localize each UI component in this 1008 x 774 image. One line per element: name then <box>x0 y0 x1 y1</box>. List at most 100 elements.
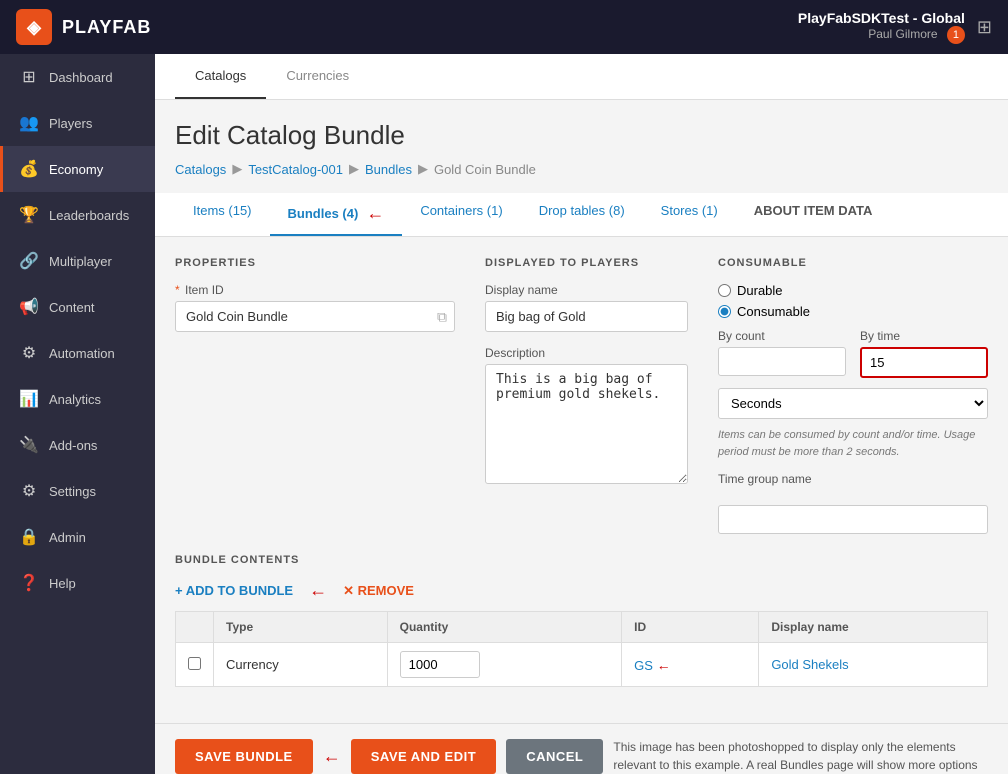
sub-tab-about[interactable]: ABOUT ITEM DATA <box>736 193 891 236</box>
page-content: Edit Catalog Bundle Catalogs ▶ TestCatal… <box>155 100 1008 723</box>
logo-icon: ◈ <box>16 9 52 45</box>
form-grid: PROPERTIES * Item ID ⧉ DISPLAYE <box>175 257 988 534</box>
sidebar-item-addons[interactable]: 🔌 Add-ons <box>0 422 155 468</box>
row-checkbox-cell <box>176 643 214 687</box>
durable-radio[interactable] <box>718 284 731 297</box>
by-time-input[interactable] <box>860 347 988 378</box>
sub-tab-containers[interactable]: Containers (1) <box>402 193 520 236</box>
sidebar-item-content[interactable]: 📢 Content <box>0 284 155 330</box>
display-name-input[interactable] <box>485 301 688 332</box>
sidebar-item-multiplayer[interactable]: 🔗 Multiplayer <box>0 238 155 284</box>
by-count-label: By count <box>718 329 846 343</box>
breadcrumb-catalogs[interactable]: Catalogs <box>175 162 226 177</box>
sidebar-item-players[interactable]: 👥 Players <box>0 100 155 146</box>
sidebar-label-help: Help <box>49 576 76 591</box>
sidebar: ⊞ Dashboard 👥 Players 💰 Economy 🏆 Leader… <box>0 54 155 774</box>
description-field: Description This is a big bag of premium… <box>485 346 688 487</box>
add-arrow: ← <box>309 580 327 601</box>
sidebar-item-dashboard[interactable]: ⊞ Dashboard <box>0 54 155 100</box>
row-id-link[interactable]: GS ← <box>634 658 670 673</box>
item-id-input-wrapper: ⧉ <box>175 301 455 332</box>
by-time-label: By time <box>860 329 988 343</box>
header-right: PlayFabSDKTest - Global Paul Gilmore 1 ⊞ <box>798 10 992 44</box>
row-display-name: Gold Shekels <box>759 643 988 687</box>
dashboard-icon: ⊞ <box>19 67 39 87</box>
sidebar-item-analytics[interactable]: 📊 Analytics <box>0 376 155 422</box>
time-group-label: Time group name <box>718 472 988 486</box>
sidebar-label-settings: Settings <box>49 484 96 499</box>
durability-radio-group: Durable Consumable <box>718 283 988 319</box>
add-to-bundle-link[interactable]: + ADD TO BUNDLE <box>175 583 293 598</box>
consumable-radio[interactable] <box>718 305 731 318</box>
content-area: Catalogs Currencies Edit Catalog Bundle … <box>155 54 1008 774</box>
save-bundle-button[interactable]: SAVE BUNDLE <box>175 739 313 774</box>
by-count-input[interactable] <box>718 347 846 376</box>
notification-badge: 1 <box>947 26 965 44</box>
cancel-button[interactable]: CANCEL <box>506 739 603 774</box>
description-input[interactable]: This is a big bag of premium gold shekel… <box>485 364 688 484</box>
time-unit-select[interactable]: Seconds Minutes Hours Days <box>718 388 988 419</box>
breadcrumb-catalog-name[interactable]: TestCatalog-001 <box>248 162 343 177</box>
sidebar-label-addons: Add-ons <box>49 438 97 453</box>
breadcrumb-bundles[interactable]: Bundles <box>365 162 412 177</box>
main-layout: ⊞ Dashboard 👥 Players 💰 Economy 🏆 Leader… <box>0 54 1008 774</box>
action-note: This image has been photoshopped to disp… <box>613 738 988 774</box>
col-quantity: Quantity <box>387 612 622 643</box>
display-name-label: Display name <box>485 283 688 297</box>
time-group-input[interactable] <box>718 505 988 534</box>
sub-tab-bundles[interactable]: Bundles (4) ← <box>270 193 403 236</box>
sidebar-item-help[interactable]: ❓ Help <box>0 560 155 606</box>
admin-icon: 🔒 <box>19 527 39 547</box>
save-and-edit-button[interactable]: SAVE AND EDIT <box>351 739 496 774</box>
col-id: ID <box>622 612 759 643</box>
remove-link[interactable]: ✕ REMOVE <box>343 583 414 599</box>
grid-icon[interactable]: ⊞ <box>977 17 992 38</box>
by-count-col: By count <box>718 329 846 378</box>
sub-tab-items[interactable]: Items (15) <box>175 193 270 236</box>
sidebar-item-settings[interactable]: ⚙ Settings <box>0 468 155 514</box>
sidebar-label-multiplayer: Multiplayer <box>49 254 112 269</box>
properties-section-label: PROPERTIES <box>175 257 455 269</box>
economy-icon: 💰 <box>19 159 39 179</box>
sub-tab-stores[interactable]: Stores (1) <box>643 193 736 236</box>
item-id-input[interactable] <box>175 301 455 332</box>
consumable-inputs-row: By count By time <box>718 329 988 378</box>
table-row: Currency GS ← Gold She <box>176 643 988 687</box>
sidebar-item-automation[interactable]: ⚙ Automation <box>0 330 155 376</box>
top-header: ◈ PLAYFAB PlayFabSDKTest - Global Paul G… <box>0 0 1008 54</box>
sidebar-item-economy[interactable]: 💰 Economy <box>0 146 155 192</box>
players-icon: 👥 <box>19 113 39 133</box>
page-title: Edit Catalog Bundle <box>175 120 988 151</box>
item-id-field: * Item ID ⧉ <box>175 283 455 332</box>
consumable-section-label: CONSUMABLE <box>718 257 988 269</box>
header-title: PlayFabSDKTest - Global Paul Gilmore 1 <box>798 10 965 44</box>
help-icon: ❓ <box>19 573 39 593</box>
sidebar-item-admin[interactable]: 🔒 Admin <box>0 514 155 560</box>
tab-currencies[interactable]: Currencies <box>266 54 369 99</box>
sidebar-label-leaderboards: Leaderboards <box>49 208 129 223</box>
save-arrow: ← <box>323 746 341 767</box>
quantity-input[interactable] <box>400 651 480 678</box>
row-display-name-link[interactable]: Gold Shekels <box>771 657 848 672</box>
consumable-label: Consumable <box>737 304 810 319</box>
time-group-field: Time group name <box>718 472 988 534</box>
content-icon: 📢 <box>19 297 39 317</box>
durable-label: Durable <box>737 283 783 298</box>
row-type: Currency <box>214 643 388 687</box>
col-type: Type <box>214 612 388 643</box>
breadcrumb: Catalogs ▶ TestCatalog-001 ▶ Bundles ▶ G… <box>175 161 988 177</box>
sidebar-label-admin: Admin <box>49 530 86 545</box>
sidebar-item-leaderboards[interactable]: 🏆 Leaderboards <box>0 192 155 238</box>
tab-catalogs[interactable]: Catalogs <box>175 54 266 99</box>
durable-option: Durable <box>718 283 988 298</box>
action-bar: SAVE BUNDLE ← SAVE AND EDIT CANCEL This … <box>155 723 1008 774</box>
sidebar-label-content: Content <box>49 300 95 315</box>
sidebar-label-players: Players <box>49 116 92 131</box>
display-name-field: Display name <box>485 283 688 332</box>
row-checkbox[interactable] <box>188 657 201 670</box>
top-tab-bar: Catalogs Currencies <box>155 54 1008 100</box>
sidebar-label-dashboard: Dashboard <box>49 70 113 85</box>
consumable-option: Consumable <box>718 304 988 319</box>
sub-tab-drop-tables[interactable]: Drop tables (8) <box>521 193 643 236</box>
automation-icon: ⚙ <box>19 343 39 363</box>
